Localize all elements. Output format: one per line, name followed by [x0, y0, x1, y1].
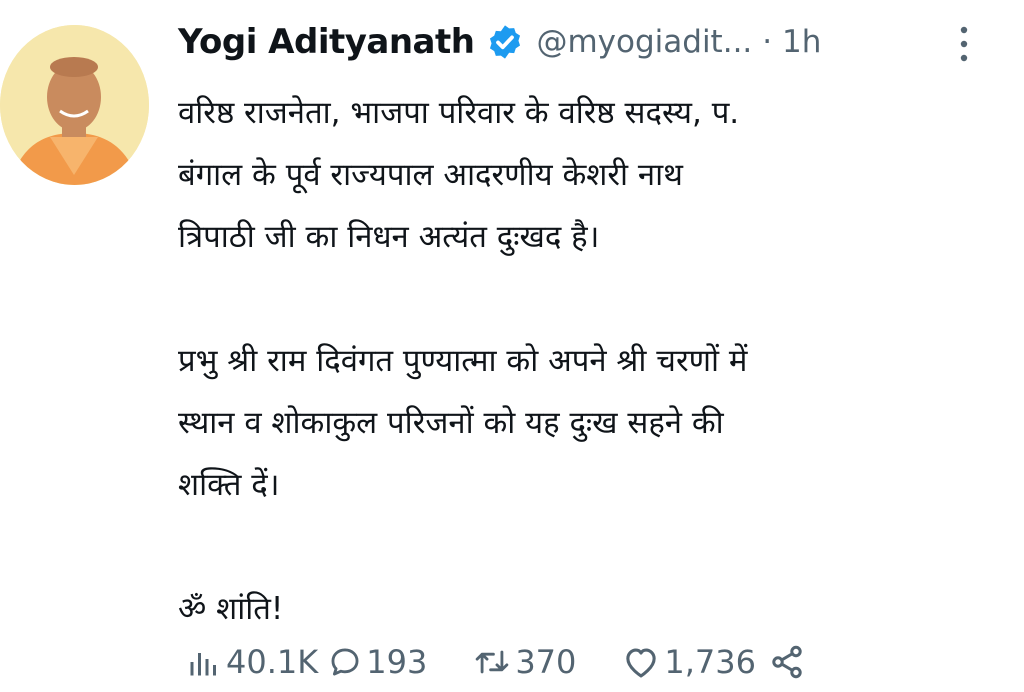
tweet-actions: 40.1K 193 370 1,736: [186, 643, 806, 681]
text-line: प्रभु श्री राम दिवंगत पुण्यात्मा को अपने…: [178, 343, 748, 379]
profile-photo: [0, 25, 149, 185]
text-line: वरिष्ठ राजनेता, भाजपा परिवार के वरिष्ठ स…: [178, 95, 740, 131]
like-count: 1,736: [664, 643, 756, 681]
author-name[interactable]: Yogi Adityanath: [178, 22, 475, 62]
retweet-button[interactable]: 370: [473, 643, 576, 681]
tweet-paragraph-3: ॐ शांति!: [178, 578, 998, 640]
heart-icon: [626, 648, 657, 678]
retweet-icon: [476, 650, 509, 674]
views-count: 40.1K: [226, 643, 319, 681]
retweet-count: 370: [515, 643, 577, 681]
tweet-paragraph-1: वरिष्ठ राजनेता, भाजपा परिवार के वरिष्ठ स…: [178, 82, 998, 268]
text-line: स्थान व शोकाकुल परिजनों को यह दुःख सहने …: [178, 405, 724, 441]
text-line: शक्ति दें।: [178, 467, 280, 503]
author-handle[interactable]: @myogiadit...: [536, 24, 752, 60]
verified-badge-icon: [490, 25, 521, 59]
avatar[interactable]: [0, 25, 149, 185]
tweet-text: वरिष्ठ राजनेता, भाजपा परिवार के वरिष्ठ स…: [178, 82, 998, 640]
reply-button[interactable]: 193: [328, 643, 427, 681]
reply-icon: [331, 648, 359, 676]
tweet-header: Yogi Adityanath @myogiadit... · 1h: [178, 22, 821, 62]
text-line: त्रिपाठी जी का निधन अत्यंत दुःखद है।: [178, 219, 600, 255]
text-line: बंगाल के पूर्व राज्यपाल आदरणीय केशरी नाथ: [178, 157, 683, 193]
share-icon: [772, 645, 802, 679]
more-options-icon[interactable]: [953, 24, 975, 64]
tweet-paragraph-2: प्रभु श्री राम दिवंगत पुण्यात्मा को अपने…: [178, 330, 998, 516]
views-button[interactable]: 40.1K: [186, 643, 318, 681]
like-button[interactable]: 1,736: [622, 643, 756, 681]
share-button[interactable]: [768, 644, 806, 680]
text-line: ॐ शांति!: [178, 591, 284, 627]
analytics-icon: [190, 653, 216, 676]
reply-count: 193: [366, 643, 428, 681]
timestamp[interactable]: · 1h: [762, 24, 821, 60]
